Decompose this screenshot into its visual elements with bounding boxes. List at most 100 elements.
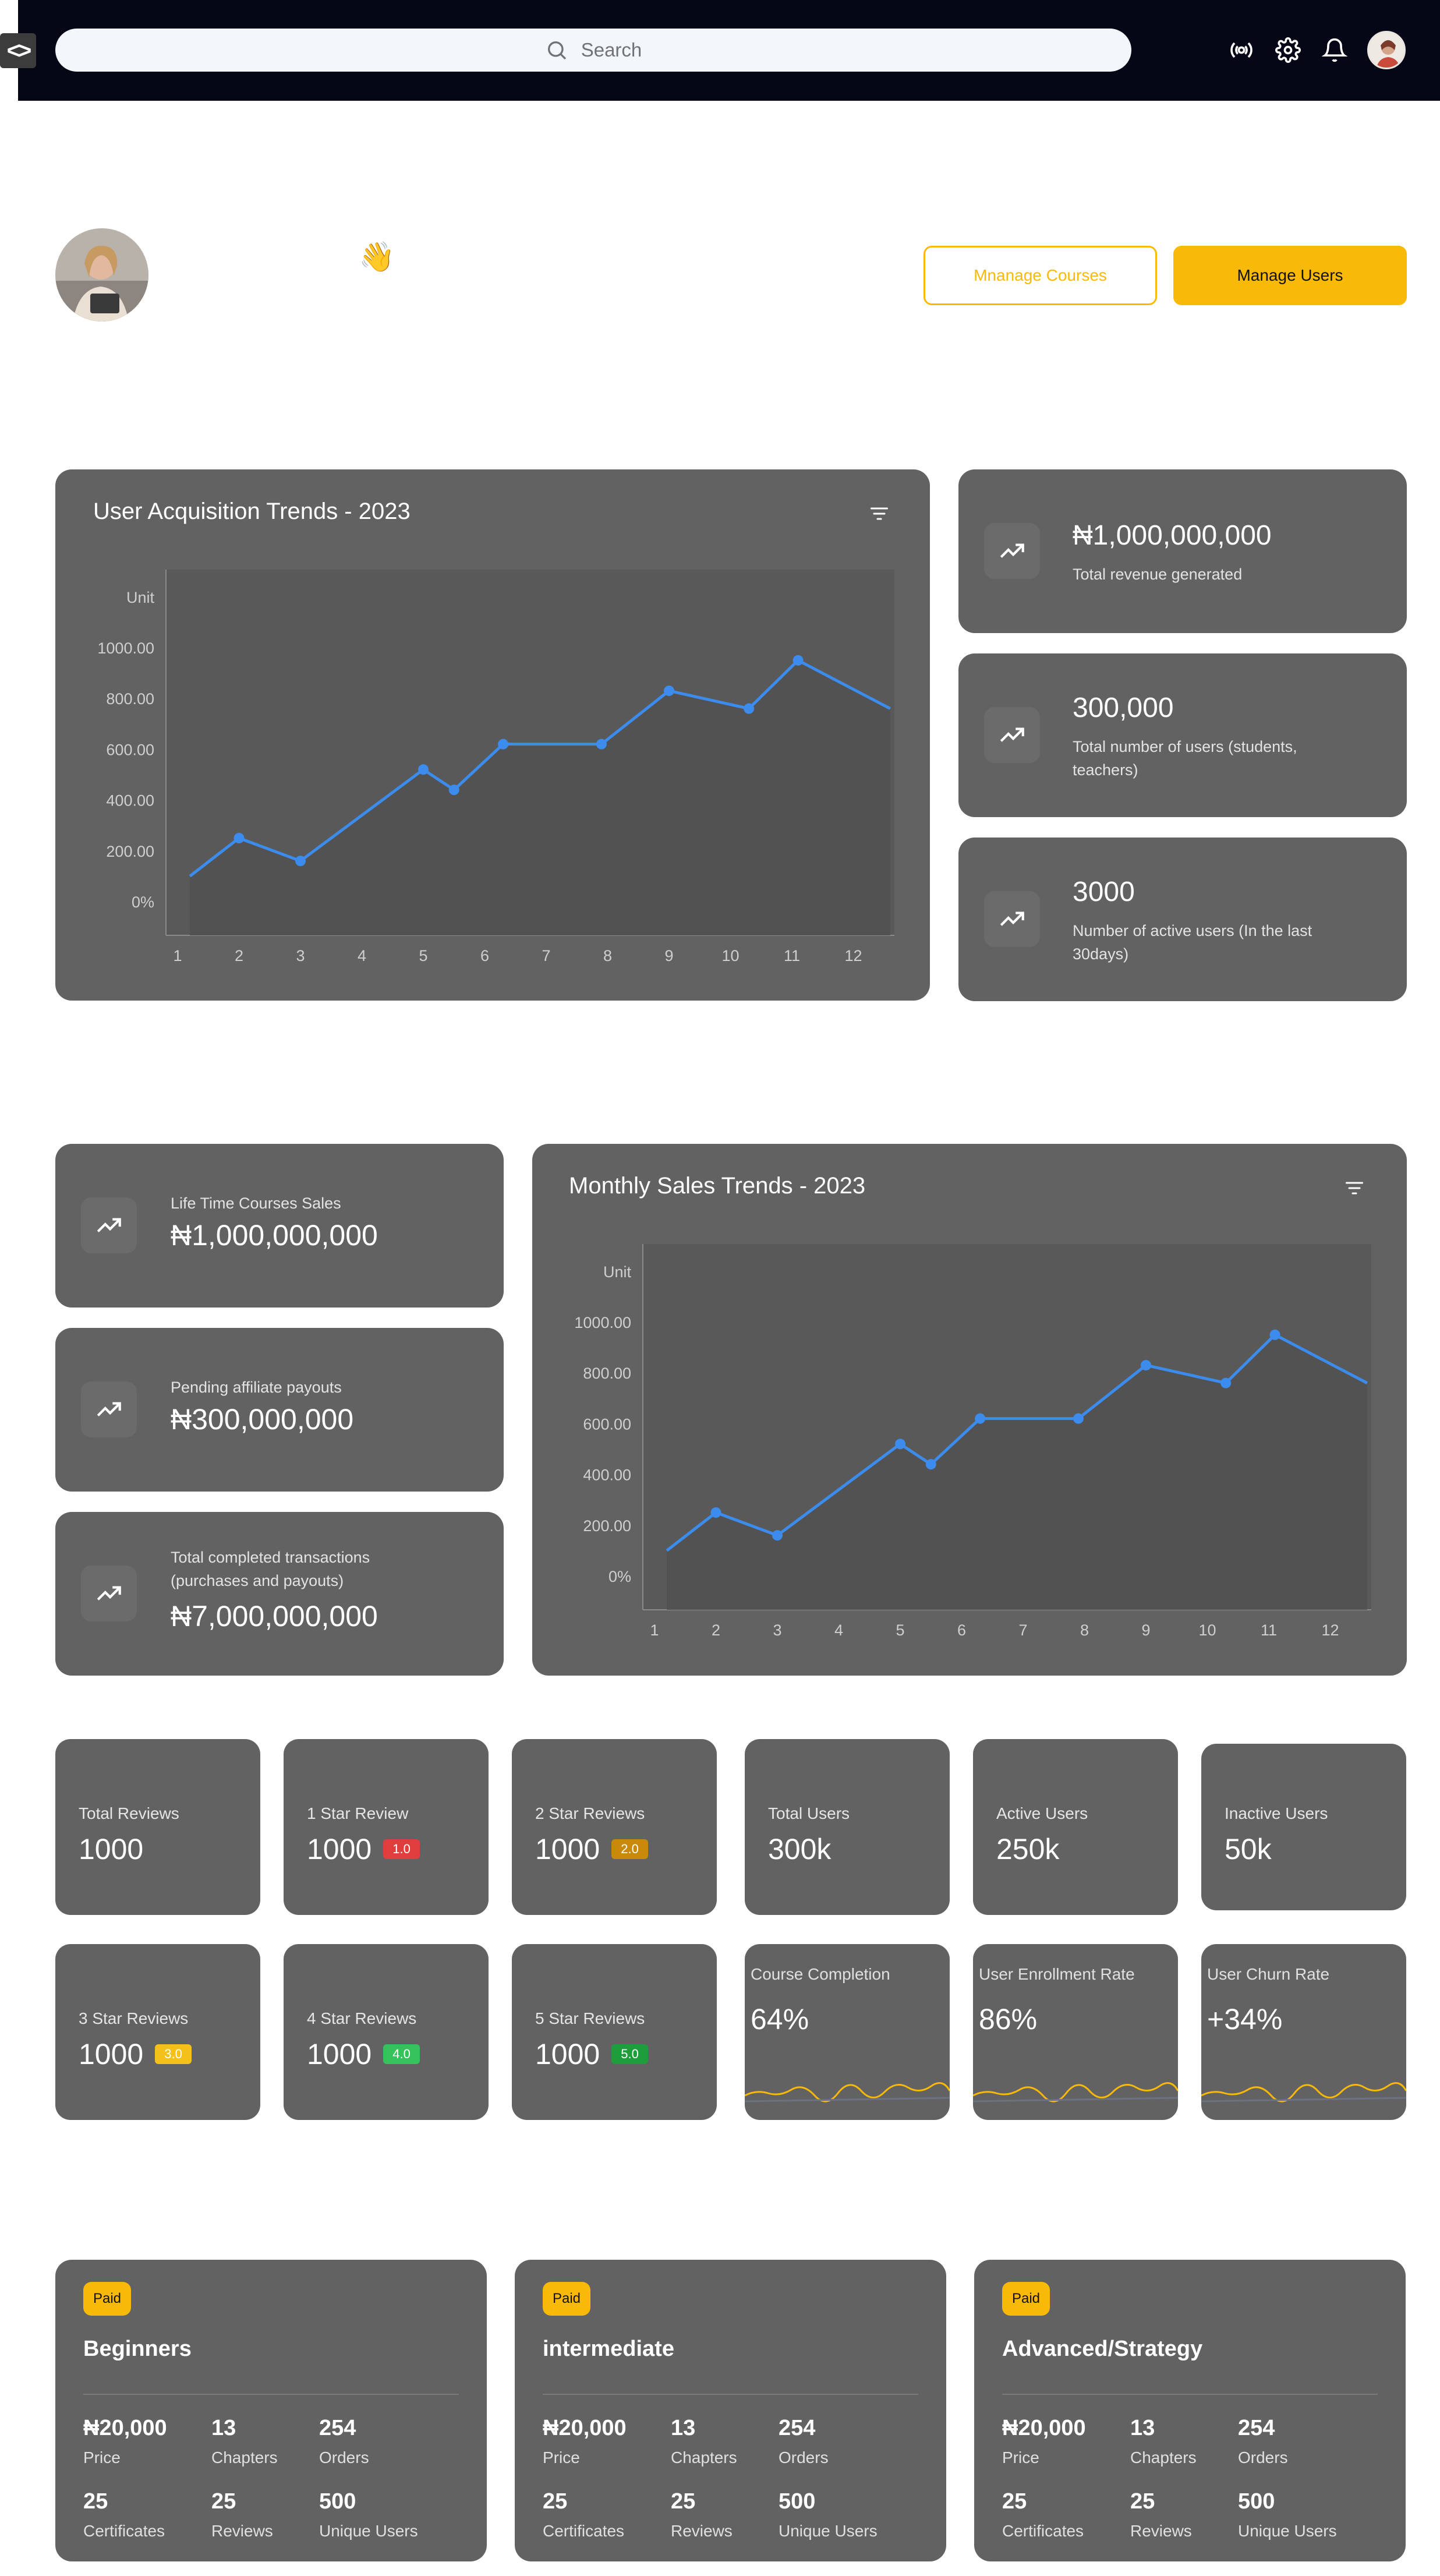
data-point bbox=[664, 685, 674, 697]
wave-emoji: 👋 bbox=[359, 241, 395, 273]
course-title: Advanced/Strategy bbox=[1002, 2337, 1203, 2361]
stat-card-total-users: 300,000 Total number of users (students,… bbox=[958, 653, 1407, 817]
users-card-inactive: Inactive Users 50k bbox=[1201, 1744, 1406, 1910]
course-orders: 254 bbox=[779, 2416, 816, 2440]
trend-up-icon bbox=[984, 707, 1040, 763]
x-tick-label: 9 bbox=[664, 947, 673, 964]
metric-label: User Enrollment Rate bbox=[979, 1965, 1135, 1983]
course-title: Beginners bbox=[83, 2337, 192, 2361]
trend-up-icon bbox=[984, 523, 1040, 579]
y-tick-label: 1000.00 bbox=[97, 639, 154, 657]
stat-card-active-users: 3000 Number of active users (In the last… bbox=[958, 838, 1407, 1001]
x-tick-label: 7 bbox=[542, 947, 550, 964]
code-toggle-icon[interactable]: <> bbox=[0, 33, 36, 68]
rating-badge: 2.0 bbox=[611, 1839, 648, 1859]
metric-value: +34% bbox=[1207, 2003, 1283, 2036]
course-reviews: 25 bbox=[1130, 2489, 1155, 2514]
sales-card-lifetime: Life Time Courses Sales ₦1,000,000,000 bbox=[55, 1144, 504, 1308]
x-tick-label: 4 bbox=[358, 947, 366, 964]
y-tick-label: 200.00 bbox=[106, 843, 154, 860]
card-value-text: 300k bbox=[768, 1833, 832, 1865]
data-point bbox=[975, 1413, 986, 1424]
metric-value: 64% bbox=[751, 2003, 809, 2036]
data-point bbox=[1269, 1329, 1280, 1340]
sparkline bbox=[745, 2082, 950, 2103]
course-orders-label: Orders bbox=[1238, 2448, 1288, 2467]
x-tick-label: 5 bbox=[896, 1621, 904, 1639]
sales-card-completed: Total completed transactions (purchases … bbox=[55, 1512, 504, 1676]
data-point bbox=[498, 738, 509, 750]
x-tick-label: 10 bbox=[721, 947, 739, 964]
course-card-beginners[interactable]: Paid Beginners ₦20,000 Price 13 Chapters… bbox=[55, 2260, 487, 2561]
paid-badge: Paid bbox=[543, 2282, 590, 2316]
course-certificates-label: Certificates bbox=[83, 2522, 165, 2540]
course-chapters-label: Chapters bbox=[1130, 2448, 1197, 2467]
course-card-intermediate[interactable]: Paid intermediate ₦20,000 Price 13 Chapt… bbox=[515, 2260, 946, 2561]
course-chapters-label: Chapters bbox=[211, 2448, 278, 2467]
y-tick-label: 600.00 bbox=[106, 741, 154, 758]
course-unique-users-label: Unique Users bbox=[779, 2522, 878, 2540]
course-chapters: 13 bbox=[211, 2416, 236, 2440]
rating-badge: 1.0 bbox=[383, 1839, 420, 1859]
x-tick-label: 2 bbox=[235, 947, 243, 964]
review-card-2-star: 2 Star Reviews 1000 2.0 bbox=[512, 1739, 717, 1915]
card-value-text: 1000 bbox=[79, 1833, 144, 1865]
search-icon bbox=[547, 41, 566, 60]
avatar[interactable] bbox=[1367, 31, 1406, 69]
course-chapters: 13 bbox=[1130, 2416, 1155, 2440]
review-card-5-star: 5 Star Reviews 1000 5.0 bbox=[512, 1944, 717, 2120]
stat-label: Total revenue generated bbox=[1073, 566, 1243, 583]
card-value: 1000 4.0 bbox=[307, 2037, 420, 2071]
course-reviews: 25 bbox=[211, 2489, 236, 2514]
monthly-sales-chart: Unit1000.00800.00600.00400.00200.000%1 2 3… bbox=[574, 1244, 1371, 1639]
x-tick-label: 3 bbox=[296, 947, 305, 964]
data-point bbox=[1220, 1377, 1232, 1388]
y-tick-label: 1000.00 bbox=[574, 1314, 631, 1331]
gear-icon[interactable] bbox=[1272, 34, 1304, 66]
data-point bbox=[1073, 1413, 1084, 1424]
course-certificates-label: Certificates bbox=[543, 2522, 625, 2540]
search-input[interactable]: Search bbox=[55, 29, 1131, 72]
metric-value: 86% bbox=[979, 2003, 1038, 2036]
sales-card-pending: Pending affiliate payouts ₦300,000,000 bbox=[55, 1328, 504, 1492]
card-value-text: 1000 bbox=[307, 2038, 372, 2070]
course-certificates: 25 bbox=[543, 2489, 568, 2514]
data-point bbox=[792, 655, 804, 666]
user-acquisition-card: User Acquisition Trends - 2023 Unit 1000.… bbox=[55, 469, 930, 1001]
card-value: 1000 bbox=[79, 1832, 143, 1866]
card-value: 1000 2.0 bbox=[535, 1832, 648, 1866]
course-chapters-label: Chapters bbox=[671, 2448, 737, 2467]
broadcast-icon[interactable] bbox=[1225, 34, 1258, 66]
metric-label: User Churn Rate bbox=[1207, 1965, 1330, 1983]
course-reviews-label: Reviews bbox=[211, 2522, 273, 2540]
x-tick-label: 8 bbox=[603, 947, 612, 964]
course-card-advanced[interactable]: Paid Advanced/Strategy ₦20,000 Price 13 … bbox=[974, 2260, 1406, 2561]
course-certificates: 25 bbox=[83, 2489, 108, 2514]
data-point bbox=[895, 1439, 905, 1450]
course-orders-label: Orders bbox=[779, 2448, 829, 2467]
bell-icon[interactable] bbox=[1318, 34, 1351, 66]
course-reviews-label: Reviews bbox=[1130, 2522, 1192, 2540]
trend-up-icon bbox=[81, 1381, 137, 1437]
data-point bbox=[418, 764, 429, 775]
data-point bbox=[710, 1507, 721, 1518]
card-label: Active Users bbox=[996, 1804, 1088, 1822]
trend-up-icon bbox=[984, 891, 1040, 947]
card-label: Total Reviews bbox=[79, 1804, 179, 1822]
trend-up-icon bbox=[81, 1566, 137, 1621]
course-unique-users: 500 bbox=[779, 2489, 816, 2514]
stat-value: 3000 bbox=[1073, 877, 1135, 907]
data-point bbox=[295, 856, 306, 867]
paid-badge: Paid bbox=[1002, 2282, 1050, 2316]
manage-courses-button[interactable]: Mnanage Courses bbox=[924, 246, 1157, 305]
paid-badge: Paid bbox=[83, 2282, 131, 2316]
metric-card-churn-rate: User Churn Rate +34% bbox=[1201, 1944, 1406, 2120]
stat-value: 300,000 bbox=[1073, 692, 1174, 723]
card-value-text: 1000 bbox=[535, 1833, 600, 1865]
course-reviews-label: Reviews bbox=[671, 2522, 733, 2540]
review-card-1-star: 1 Star Review 1000 1.0 bbox=[284, 1739, 489, 1915]
manage-users-button[interactable]: Manage Users bbox=[1173, 246, 1407, 305]
course-unique-users-label: Unique Users bbox=[319, 2522, 418, 2540]
card-value-text: 1000 bbox=[307, 1833, 372, 1865]
users-card-total: Total Users 300k bbox=[745, 1739, 950, 1915]
